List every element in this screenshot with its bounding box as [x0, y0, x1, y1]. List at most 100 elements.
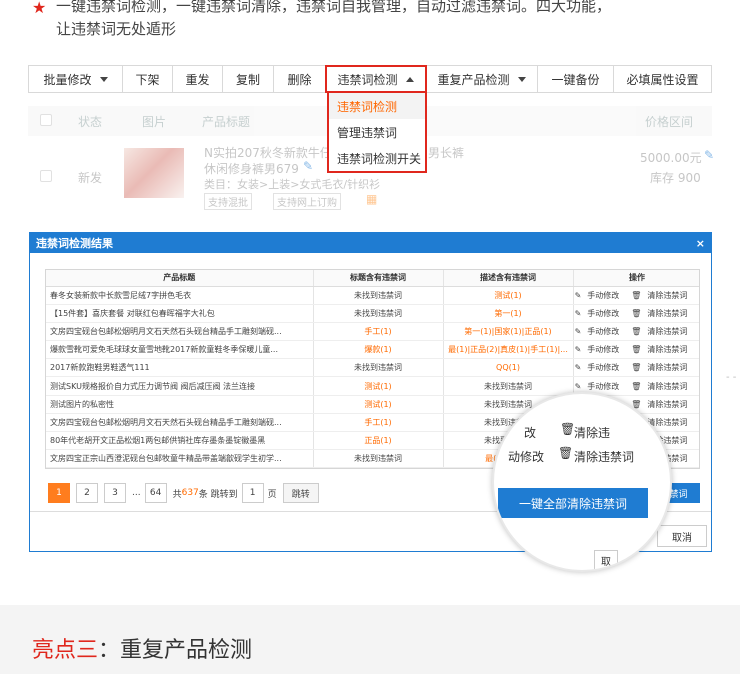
clear-words-link[interactable]: 🗑清除违禁词 — [631, 309, 693, 318]
col-actions: 操作 — [573, 270, 699, 287]
row-product-title: 爆款雪靴可爱免毛球球女童雪地靴2017新款童鞋冬季保暖儿童... — [46, 340, 314, 360]
forbidden-check-label: 违禁词检测 — [337, 72, 398, 87]
required-attrs-button[interactable]: 必填属性设置 — [614, 66, 711, 92]
delete-button[interactable]: 删除 — [274, 66, 326, 92]
page-unit: 页 — [267, 489, 277, 500]
dup-check-button[interactable]: 重复产品检测 — [426, 66, 538, 92]
manual-edit-label: 手动修改 — [587, 308, 620, 318]
header-image: 图片 — [142, 115, 167, 129]
price-edit-icon[interactable]: ✎ — [704, 148, 714, 162]
edit-icon[interactable]: ✎ — [303, 159, 313, 173]
mag-clear-partial: 清除违 — [574, 426, 611, 440]
row-actions: ✎ 手动修改 🗑 清除违禁词 — [573, 322, 699, 342]
edit-icon: ✎ — [574, 381, 582, 391]
intro-line-1: 一键违禁词检测，一键违禁词清除，违禁词自我管理，自动过滤违禁词。四大功能， — [56, 0, 612, 15]
forbidden-check-dropdown: 违禁词检测 管理违禁词 违禁词检测开关 — [327, 93, 427, 173]
trash-icon: 🗑 — [631, 381, 642, 391]
chevron-up-icon — [405, 76, 414, 82]
manual-edit-link[interactable]: ✎ 手动修改 — [575, 345, 626, 354]
row-checkbox[interactable] — [40, 170, 52, 182]
clear-words-link[interactable]: 🗑清除违禁词 — [631, 291, 693, 300]
row-desc-words: 最(1)|正品(2)|真皮(1)|手工(1)|... — [443, 340, 574, 360]
dup-check-label: 重复产品检测 — [437, 72, 510, 87]
manual-edit-link[interactable]: ✎ 手动修改 — [575, 327, 626, 336]
backup-button[interactable]: 一键备份 — [538, 66, 614, 92]
trash-icon: 🗑 — [631, 345, 642, 355]
clear-words-label: 清除违禁词 — [647, 417, 688, 427]
select-all-checkbox[interactable] — [40, 114, 52, 126]
table-row: 春冬女装新款中长款雪尼绒7字拼色毛衣 未找到违禁词 测试(1) ✎ 手动修改 🗑 清除违禁词 — [46, 286, 699, 305]
modal-header: 违禁词检测结果 × — [30, 233, 711, 253]
mag-edit-partial: 改 — [524, 426, 537, 440]
product-thumbnail[interactable] — [124, 148, 184, 198]
row-category: 类目：女装>上装>女式毛衣/针织衫 — [204, 178, 381, 191]
mag-cancel-partial: 取 — [594, 550, 618, 570]
page-jump-input[interactable]: 1 — [241, 483, 264, 503]
page-3-button[interactable]: 3 — [104, 483, 126, 503]
forbidden-check-button[interactable]: 违禁词检测 — [325, 65, 427, 93]
clear-words-link[interactable]: 🗑清除违禁词 — [631, 400, 693, 409]
magnifier-callout: 改 🗑 清除违 动修改 🗑 清除违禁词 一键全部清除违禁词 取 — [492, 392, 672, 572]
page-2-button[interactable]: 2 — [76, 483, 98, 503]
row-product-title: 文房四宝砚台包邮松烟明月文石天然石头砚台精品手工雕刻端砚... — [46, 413, 314, 433]
table-row: 【15件套】喜庆套餐 对联红包春晖福字大礼包 未找到违禁词 第一(1) ✎ 手动修改 🗑 清… — [46, 304, 699, 323]
cancel-button[interactable]: 取消 — [657, 525, 707, 547]
manual-edit-link[interactable]: ✎ 手动修改 — [575, 291, 626, 300]
clear-words-label: 清除违禁词 — [647, 399, 688, 409]
tag-online-order: 支持网上订购 — [273, 193, 341, 210]
clear-all-forbidden-button[interactable]: 一键全部清除违禁词 — [498, 488, 648, 518]
row-title-line2[interactable]: 休闲修身裤男679 — [204, 160, 299, 177]
header-title: 产品标题 — [202, 115, 251, 129]
total-suffix: 条 跳转到 — [198, 489, 238, 500]
relist-button[interactable]: 重发 — [173, 66, 223, 92]
menu-item-check-switch[interactable]: 违禁词检测开关 — [329, 145, 425, 171]
menu-item-manage-words[interactable]: 管理违禁词 — [329, 119, 425, 145]
qr-code-icon[interactable]: ▦ — [366, 192, 377, 206]
manual-edit-link[interactable]: ✎ 手动修改 — [575, 309, 626, 318]
manual-edit-link[interactable]: ✎ 手动修改 — [575, 382, 626, 391]
trash-icon: 🗑 — [558, 446, 574, 460]
manual-edit-label: 手动修改 — [587, 326, 620, 336]
jump-button[interactable]: 跳转 — [282, 483, 319, 503]
clear-words-link[interactable]: 🗑清除违禁词 — [631, 345, 693, 354]
table-row: 测试SKU规格报价自力式压力调节阀 阀后减压阀 法兰连接 测试(1) 未找到违禁词 ✎… — [46, 376, 699, 396]
row-price: 5000.00元 — [640, 151, 702, 165]
trash-icon: 🗑 — [631, 290, 642, 300]
close-icon[interactable]: × — [696, 237, 705, 250]
section-title: 亮点三：重复产品检测 — [32, 632, 252, 664]
page-last-button[interactable]: 64 — [144, 483, 167, 503]
clear-words-label: 清除违禁词 — [647, 381, 688, 391]
row-desc-words: 第一(1) — [443, 304, 574, 323]
delist-button[interactable]: 下架 — [123, 66, 173, 92]
mag-manual-edit: 动修改 — [508, 450, 545, 464]
col-title-words: 标题含有违禁词 — [313, 270, 444, 287]
manual-edit-label: 手动修改 — [587, 363, 620, 373]
copy-button[interactable]: 复制 — [223, 66, 274, 92]
total-count: 637 — [181, 488, 199, 498]
row-desc-words: QQ(1) — [443, 358, 574, 378]
manual-edit-label: 手动修改 — [587, 381, 620, 391]
page-1-button[interactable]: 1 — [48, 483, 70, 503]
mag-clear-words: 清除违禁词 — [574, 450, 635, 464]
chevron-down-icon — [517, 76, 526, 82]
menu-item-forbidden-check[interactable]: 违禁词检测 — [329, 93, 425, 119]
clear-words-link[interactable]: 🗑 清除违禁词 — [631, 382, 693, 391]
clear-words-label: 清除违禁词 — [647, 326, 688, 336]
header-price-range: 价格区间 — [645, 115, 694, 129]
row-title-words: 手工(1) — [313, 413, 444, 433]
trash-icon: 🗑 — [631, 308, 642, 318]
tag-mixed-batch: 支持混批 — [204, 193, 252, 210]
clear-words-link[interactable]: 🗑清除违禁词 — [631, 363, 693, 372]
edit-icon: ✎ — [574, 363, 582, 373]
product-toolbar: 批量修改 下架 重发 复制 删除 违禁词检测 重复产品检测 一键备份 必填属性设… — [28, 65, 712, 93]
batch-edit-label: 批量修改 — [43, 72, 92, 87]
row-product-title: 80年代老胡开文正品松烟1两包邮供销社库存墨条墨锭徽墨黑 — [46, 431, 314, 451]
clear-words-link[interactable]: 🗑清除违禁词 — [631, 327, 693, 336]
row-product-title: 测试SKU规格报价自力式压力调节阀 阀后减压阀 法兰连接 — [46, 376, 314, 396]
batch-edit-button[interactable]: 批量修改 — [29, 66, 123, 92]
pagination: 1 2 3 ... 64 共 637 条 跳转到 1 页 跳转 — [48, 483, 319, 503]
chevron-down-icon — [99, 76, 108, 82]
manual-edit-link[interactable]: ✎ 手动修改 — [575, 363, 626, 372]
star-icon: ★ — [32, 0, 47, 17]
col-desc-words: 描述含有违禁词 — [443, 270, 574, 287]
